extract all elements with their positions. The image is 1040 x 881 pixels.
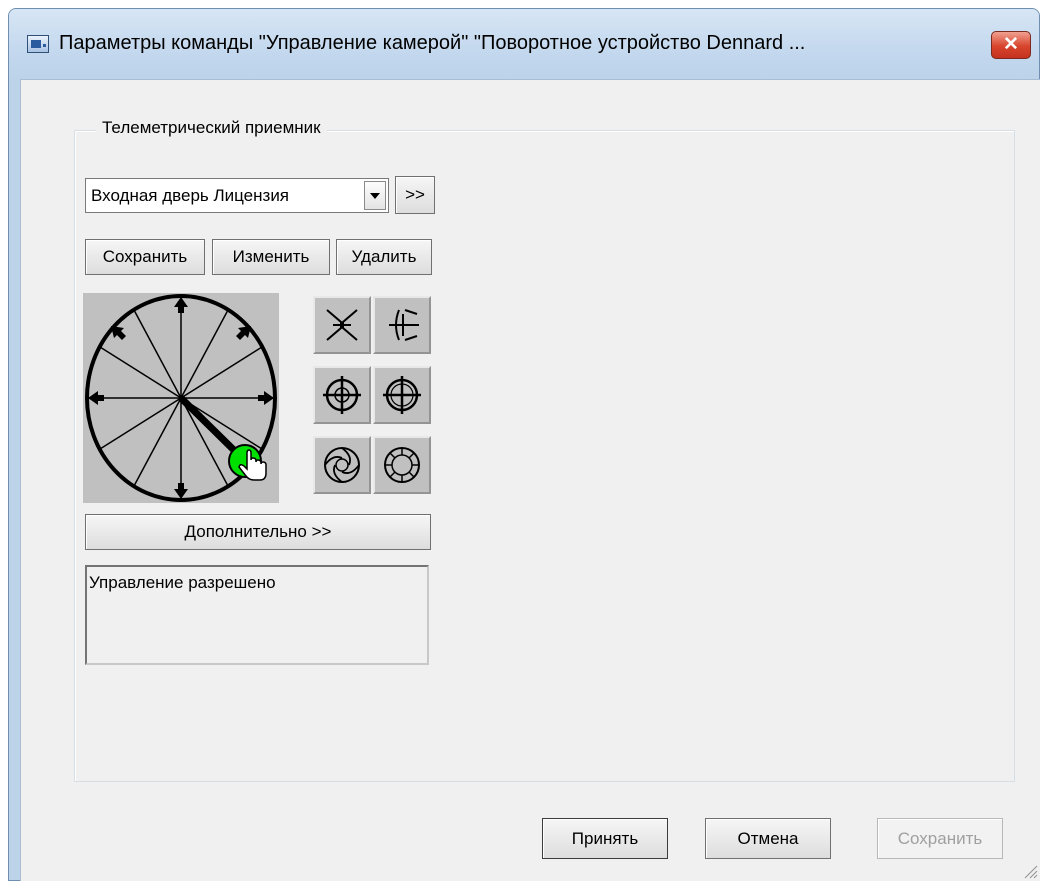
window-title: Параметры команды "Управление камерой" "…: [59, 32, 806, 54]
zoom-out-button[interactable]: [313, 296, 371, 354]
focus-far-button[interactable]: [373, 366, 431, 424]
status-text-box: Управление разрешено: [85, 565, 429, 665]
save-preset-button[interactable]: Сохранить: [85, 239, 205, 275]
dialog-window: Параметры команды "Управление камерой" "…: [8, 8, 1040, 881]
delete-preset-button[interactable]: Удалить: [336, 239, 432, 275]
iris-open-icon: [324, 447, 360, 483]
chevron-down-icon[interactable]: [364, 181, 386, 210]
close-icon: ✕: [1003, 34, 1019, 55]
iris-close-icon: [384, 447, 420, 483]
iris-open-button[interactable]: [313, 436, 371, 494]
title-bar[interactable]: Параметры команды "Управление камерой" "…: [9, 9, 1039, 77]
telemetry-group-title: Телеметрический приемник: [96, 118, 327, 138]
iris-close-button[interactable]: [373, 436, 431, 494]
status-text: Управление разрешено: [89, 573, 276, 592]
dialog-client-area: Телеметрический приемник Входная дверь Л…: [20, 79, 1040, 881]
focus-far-icon: [383, 376, 421, 414]
zoom-out-icon: [326, 309, 358, 341]
receiver-select-value: Входная дверь Лицензия: [91, 186, 290, 205]
focus-near-icon: [323, 376, 361, 414]
zoom-in-button[interactable]: [373, 296, 431, 354]
advanced-button[interactable]: Дополнительно >>: [85, 514, 431, 550]
cancel-button[interactable]: Отмена: [705, 818, 831, 859]
zoom-in-icon: [389, 309, 419, 341]
resize-grip-icon[interactable]: [1022, 863, 1038, 879]
change-preset-button[interactable]: Изменить: [212, 239, 330, 275]
ok-button[interactable]: Принять: [542, 818, 668, 859]
close-button[interactable]: ✕: [991, 31, 1031, 59]
ptz-joystick[interactable]: [83, 293, 279, 503]
save-button: Сохранить: [877, 818, 1003, 859]
focus-near-button[interactable]: [313, 366, 371, 424]
app-icon: [27, 35, 49, 53]
expand-button[interactable]: >>: [395, 176, 435, 214]
receiver-select[interactable]: Входная дверь Лицензия: [85, 178, 389, 213]
